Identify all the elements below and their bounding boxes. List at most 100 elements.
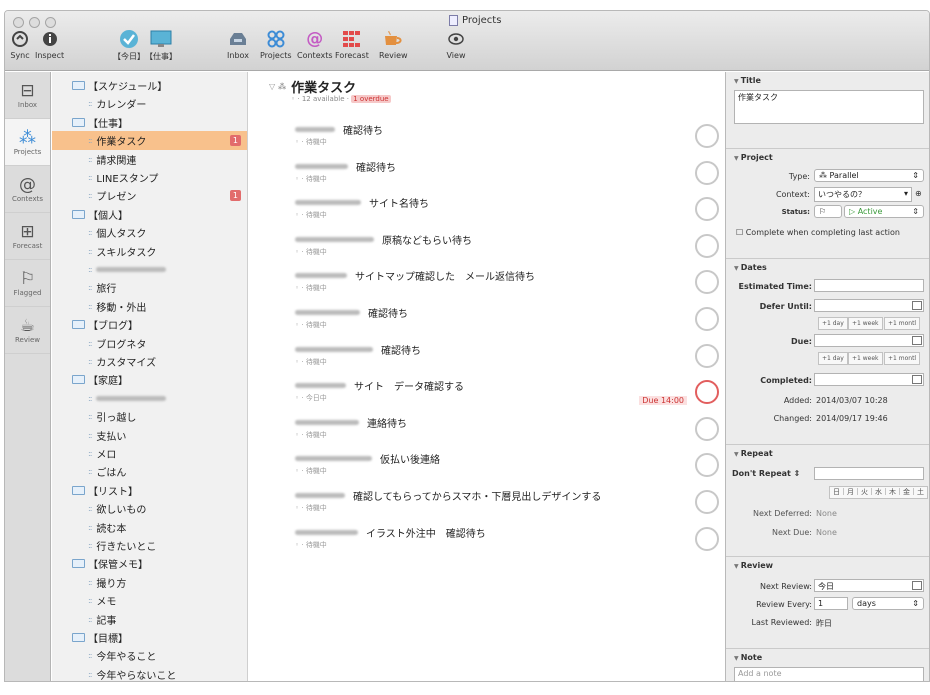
task-row[interactable]: サイト データ確認する ◦ · 今日中 Due 14:00 <box>293 376 723 410</box>
weekday-selector[interactable]: 日｜月｜火｜水｜木｜金｜土 <box>829 486 928 499</box>
repeat-field[interactable] <box>814 467 924 480</box>
task-row[interactable]: イラスト外注中 確認待ち ◦ · 待機中 <box>293 523 723 557</box>
task-checkbox[interactable] <box>695 526 719 551</box>
task-checkbox[interactable] <box>695 343 719 368</box>
calendar-icon[interactable] <box>912 336 922 345</box>
type-select[interactable]: ⁂ Parallel ⇕ <box>814 169 924 182</box>
due-plus-month-button[interactable]: +1 montl <box>884 352 921 365</box>
flag-toggle[interactable]: ⚐ <box>814 205 842 218</box>
sidebar-project[interactable]: :: 移動・外出 <box>52 297 247 316</box>
sidebar-project[interactable]: :: 請求関連 <box>52 150 247 169</box>
sync-button[interactable]: Sync <box>9 29 31 60</box>
sidebar-folder[interactable]: 【ブログ】 <box>52 315 247 334</box>
due-field[interactable] <box>814 334 924 347</box>
sidebar-project[interactable]: :: 今年やること <box>52 646 247 665</box>
defer-plus-week-button[interactable]: +1 week <box>848 317 883 330</box>
tab-projects[interactable]: ⁂ Projects <box>5 119 50 166</box>
minimize-button[interactable] <box>29 17 40 28</box>
task-checkbox[interactable] <box>695 124 719 148</box>
task-row[interactable]: 確認してもらってからスマホ・下層見出しデザインする ◦ · 待機中 <box>293 486 723 520</box>
forecast-perspective-button[interactable]: Forecast <box>335 29 369 60</box>
sidebar-project[interactable]: :: プレゼン 1 <box>52 186 247 205</box>
next-review-field[interactable]: 今日 <box>814 579 924 592</box>
sidebar-project[interactable]: :: メロ <box>52 444 247 463</box>
defer-plus-month-button[interactable]: +1 montl <box>884 317 921 330</box>
sidebar-project[interactable]: :: 支払い <box>52 426 247 445</box>
sidebar-project[interactable]: :: 撮り方 <box>52 573 247 592</box>
sidebar-project[interactable]: :: ブログネタ <box>52 334 247 353</box>
sidebar-folder[interactable]: 【保管メモ】 <box>52 554 247 573</box>
sidebar-project[interactable]: :: カレンダー <box>52 94 247 113</box>
context-go-icon[interactable]: ⊕ <box>915 189 922 198</box>
sidebar-project[interactable]: :: 読む本 <box>52 518 247 537</box>
context-field[interactable]: いつやるの？ ▾ <box>814 187 912 202</box>
sidebar-project[interactable]: :: ごはん <box>52 462 247 481</box>
inbox-perspective-button[interactable]: Inbox <box>227 29 249 60</box>
task-checkbox[interactable] <box>695 160 719 185</box>
complete-checkbox[interactable]: ☐ Complete when completing last action <box>736 228 900 237</box>
task-row[interactable]: 仮払い後連絡 ◦ · 待機中 <box>293 449 723 483</box>
sidebar-folder[interactable]: 【リスト】 <box>52 481 247 500</box>
sidebar-project[interactable]: :: 今年やらないこと <box>52 665 247 681</box>
inspect-button[interactable]: Inspect <box>35 29 64 60</box>
task-row[interactable]: 連絡待ち ◦ · 待機中 <box>293 413 723 447</box>
estimated-time-field[interactable] <box>814 279 924 292</box>
sidebar-folder[interactable]: 【スケジュール】 <box>52 76 247 95</box>
sidebar-folder[interactable]: 【目標】 <box>52 628 247 647</box>
tab-forecast[interactable]: ⊞ Forecast <box>5 213 50 260</box>
sidebar-project[interactable]: :: 個人タスク <box>52 223 247 242</box>
close-button[interactable] <box>13 17 24 28</box>
sidebar-project[interactable]: :: 記事 <box>52 610 247 629</box>
tab-contexts[interactable]: @ Contexts <box>5 166 50 213</box>
task-checkbox[interactable] <box>695 270 719 295</box>
task-checkbox[interactable] <box>695 233 719 258</box>
contexts-perspective-button[interactable]: @ Contexts <box>297 29 333 60</box>
tab-review[interactable]: ☕ Review <box>5 307 50 354</box>
note-field[interactable]: Add a note <box>734 667 924 681</box>
calendar-icon[interactable] <box>912 375 922 384</box>
calendar-icon[interactable] <box>912 301 922 310</box>
task-checkbox[interactable] <box>695 307 719 331</box>
task-row[interactable]: 確認待ち ◦ · 待機中 <box>293 303 723 337</box>
work-perspective-button[interactable]: 【仕事】 <box>145 29 177 62</box>
review-interval-field[interactable]: 1 <box>814 597 848 610</box>
task-row[interactable]: サイト名待ち ◦ · 待機中 <box>293 193 723 227</box>
sidebar-project[interactable]: :: カスタマイズ <box>52 352 247 371</box>
projects-perspective-button[interactable]: Projects <box>260 29 292 60</box>
task-row[interactable]: 確認待ち ◦ · 待機中 <box>293 157 723 191</box>
sidebar-project[interactable]: :: <box>52 389 247 408</box>
sidebar-folder[interactable]: 【仕事】 <box>52 113 247 132</box>
sidebar-project[interactable]: :: LINEスタンプ <box>52 168 247 187</box>
repeat-select[interactable]: Don't Repeat ⇕ <box>732 469 800 478</box>
task-row[interactable]: 確認待ち ◦ · 待機中 <box>293 120 723 154</box>
task-row[interactable]: 原稿などもらい待ち ◦ · 待機中 <box>293 230 723 264</box>
sidebar-project[interactable]: :: 作業タスク 1 <box>52 131 247 151</box>
zoom-button[interactable] <box>45 17 56 28</box>
sidebar-folder[interactable]: 【個人】 <box>52 205 247 224</box>
tab-inbox[interactable]: ⊟ Inbox <box>5 72 50 119</box>
sidebar-project[interactable]: :: 旅行 <box>52 278 247 297</box>
tab-flagged[interactable]: ⚐ Flagged <box>5 260 50 307</box>
view-button[interactable]: View <box>445 29 467 60</box>
task-checkbox[interactable] <box>695 380 719 405</box>
task-checkbox[interactable] <box>695 197 719 222</box>
disclosure-triangle-icon[interactable]: ▽ ⁂ <box>269 82 286 91</box>
sidebar-project[interactable]: :: スキルタスク <box>52 242 247 261</box>
calendar-icon[interactable] <box>912 581 922 590</box>
task-checkbox[interactable] <box>695 453 719 478</box>
completed-field[interactable] <box>814 373 924 386</box>
status-select[interactable]: ▷ Active ⇕ <box>844 205 924 218</box>
sidebar-project[interactable]: :: メモ <box>52 591 247 610</box>
sidebar-project[interactable]: :: 引っ越し <box>52 407 247 426</box>
task-row[interactable]: サイトマップ確認した メール返信待ち ◦ · 待機中 <box>293 266 723 300</box>
sidebar-project[interactable]: :: <box>52 260 247 279</box>
sidebar-project[interactable]: :: 行きたいとこ <box>52 536 247 555</box>
defer-plus-day-button[interactable]: +1 day <box>818 317 848 330</box>
due-plus-day-button[interactable]: +1 day <box>818 352 848 365</box>
sidebar-project[interactable]: :: 欲しいもの <box>52 499 247 518</box>
today-perspective-button[interactable]: 【今日】 <box>113 29 145 62</box>
task-checkbox[interactable] <box>695 490 719 514</box>
task-row[interactable]: 確認待ち ◦ · 待機中 <box>293 340 723 374</box>
task-checkbox[interactable] <box>695 416 719 441</box>
title-field[interactable]: 作業タスク <box>734 90 924 124</box>
